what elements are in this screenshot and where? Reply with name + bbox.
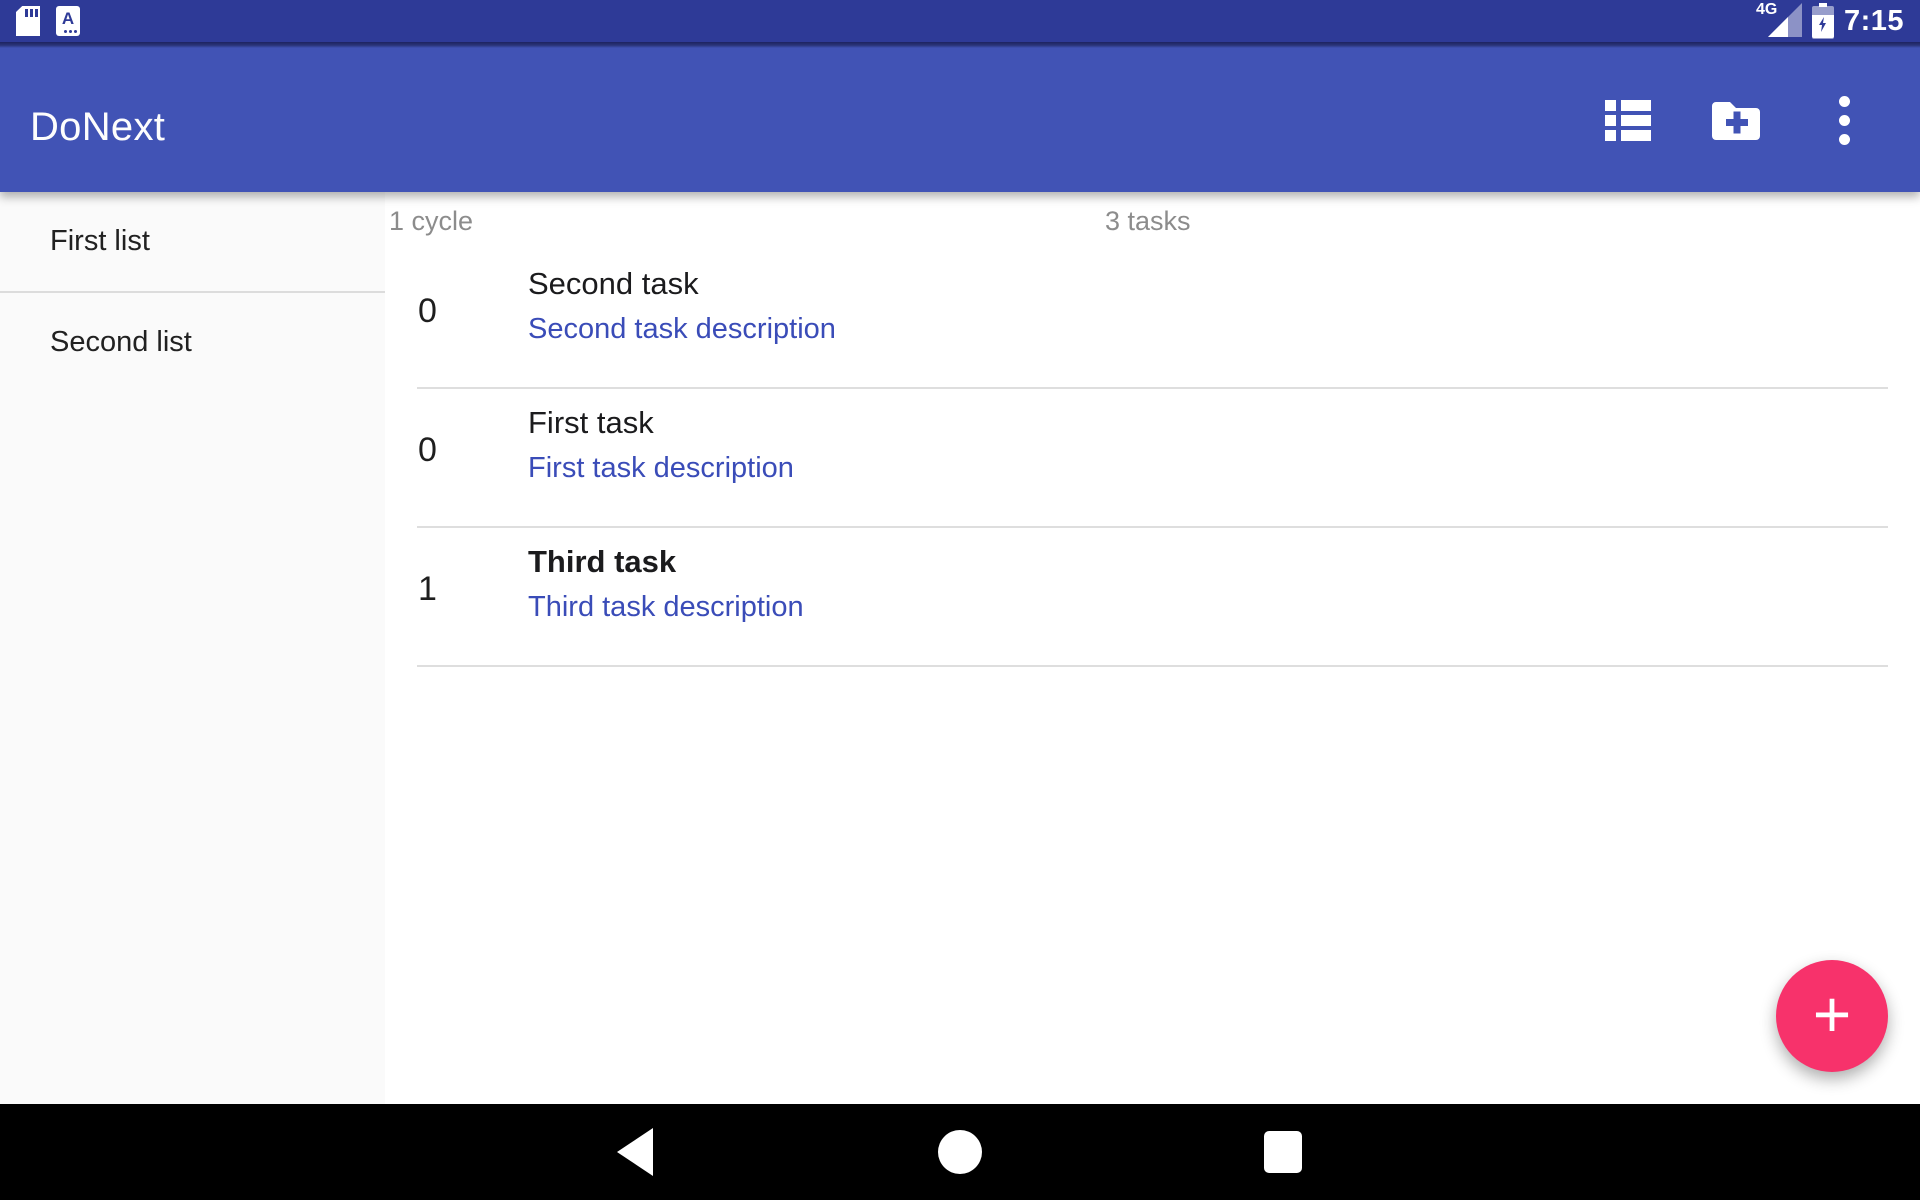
cycles-count: 1 cycle — [389, 206, 473, 237]
status-bar-system: 4G 7:15 — [1756, 3, 1904, 39]
sdcard-icon — [16, 6, 40, 36]
create-new-folder-button[interactable] — [1708, 92, 1764, 148]
task-title: Second task — [528, 266, 836, 302]
task-list-pane: 1 cycle 3 tasks 0 Second task Second tas… — [385, 192, 1920, 1104]
keyboard-a-icon: A — [56, 6, 80, 36]
lists-sidebar: First list Second list — [0, 192, 385, 1104]
task-count: 0 — [418, 292, 528, 331]
recents-icon — [1264, 1131, 1302, 1173]
body: First list Second list 1 cycle 3 tasks 0… — [0, 192, 1920, 1104]
task-row[interactable]: 0 First task First task description — [385, 389, 1920, 526]
signal-4g-icon: 4G — [1756, 3, 1802, 39]
donext-app-screen: A 4G 7:15 DoNext — [0, 0, 1920, 1200]
tasks-count: 3 tasks — [1105, 206, 1191, 237]
task-title: First task — [528, 405, 794, 441]
app-bar: DoNext — [0, 48, 1920, 192]
task-row[interactable]: 0 Second task Second task description — [385, 250, 1920, 387]
sidebar-item-second-list[interactable]: Second list — [0, 293, 385, 392]
clock: 7:15 — [1844, 5, 1904, 38]
status-bar-shadow — [0, 42, 1920, 48]
task-description: First task description — [528, 452, 794, 485]
row-divider — [417, 665, 1888, 667]
back-icon — [617, 1128, 653, 1176]
task-texts: Third task Third task description — [528, 544, 804, 624]
overflow-menu-button[interactable] — [1816, 92, 1872, 148]
overflow-menu-icon — [1839, 96, 1850, 145]
android-nav-bar — [0, 1104, 1920, 1200]
status-bar-notifications: A — [16, 6, 80, 36]
plus-icon: + — [1813, 981, 1852, 1047]
signal-triangle-icon — [1768, 3, 1802, 37]
task-title: Third task — [528, 544, 804, 580]
page-title: DoNext — [30, 105, 165, 150]
recents-button[interactable] — [1223, 1104, 1343, 1200]
status-bar: A 4G 7:15 — [0, 0, 1920, 42]
task-description: Third task description — [528, 591, 804, 624]
task-count: 1 — [418, 570, 528, 609]
back-button[interactable] — [575, 1104, 695, 1200]
task-texts: First task First task description — [528, 405, 794, 485]
task-count: 0 — [418, 431, 528, 470]
home-icon — [938, 1130, 982, 1174]
list-header: 1 cycle 3 tasks — [385, 192, 1920, 250]
keyboard-letter: A — [62, 9, 74, 28]
create-new-folder-icon — [1710, 98, 1762, 142]
home-button[interactable] — [900, 1104, 1020, 1200]
view-list-icon — [1605, 100, 1651, 141]
keyboard-dots-icon — [64, 30, 77, 33]
sidebar-item-first-list[interactable]: First list — [0, 192, 385, 293]
view-list-button[interactable] — [1600, 92, 1656, 148]
sidebar-item-label: Second list — [50, 326, 192, 359]
add-task-fab[interactable]: + — [1776, 960, 1888, 1072]
task-row[interactable]: 1 Third task Third task description — [385, 528, 1920, 665]
sidebar-item-label: First list — [50, 225, 150, 258]
task-texts: Second task Second task description — [528, 266, 836, 346]
battery-charging-icon — [1812, 3, 1834, 39]
task-description: Second task description — [528, 313, 836, 346]
app-bar-actions — [1600, 92, 1872, 148]
